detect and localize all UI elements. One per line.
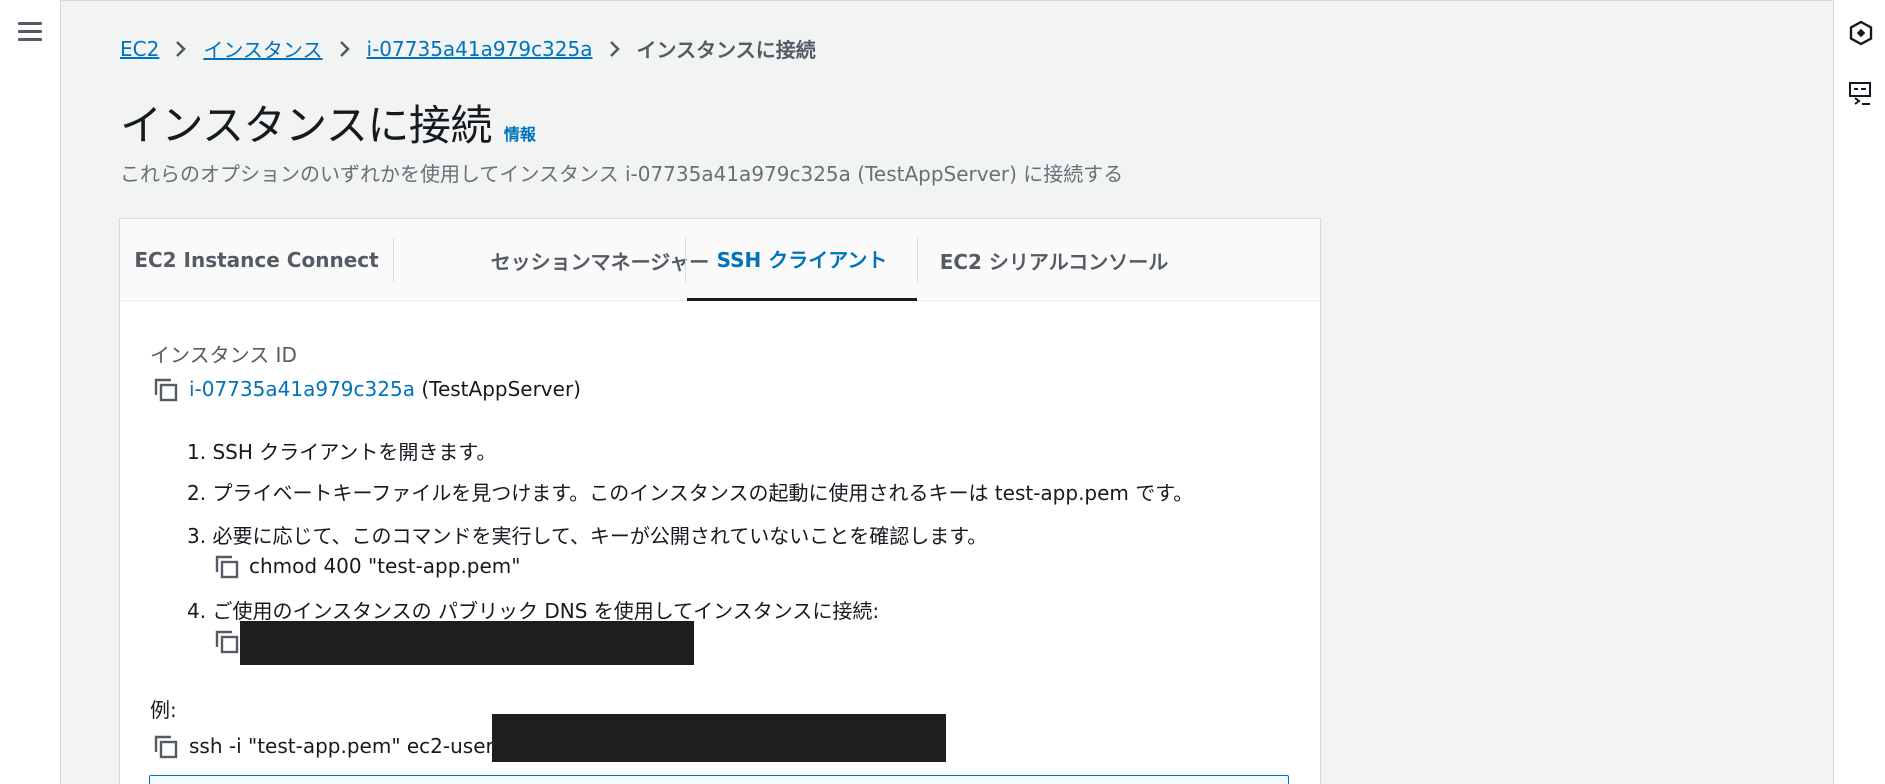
- tab-ec2-serial-console[interactable]: EC2 シリアルコンソール: [918, 219, 1190, 301]
- chevron-right-icon: [601, 39, 629, 59]
- hamburger-menu-icon[interactable]: [18, 22, 42, 42]
- chmod-command: chmod 400 "test-app.pem": [249, 554, 521, 578]
- example-label: 例:: [150, 698, 177, 722]
- instance-id-link[interactable]: i-07735a41a979c325a: [189, 377, 415, 401]
- step-1: 1. SSH クライアントを開きます。: [187, 440, 497, 464]
- chevron-right-icon: [331, 39, 359, 59]
- ssh-example-command: ssh -i "test-app.pem" ec2-user@: [189, 734, 514, 758]
- page-description: これらのオプションのいずれかを使用してインスタンス i-07735a41a979…: [120, 162, 1124, 186]
- breadcrumb-current: インスタンスに接続: [636, 38, 816, 62]
- page-header: インスタンスに接続 情報: [120, 92, 536, 153]
- tab-divider: [685, 238, 686, 282]
- cloudshell-hexagon-icon[interactable]: [1848, 20, 1874, 46]
- redacted-public-dns: [240, 621, 694, 665]
- tab-ec2-instance-connect[interactable]: EC2 Instance Connect: [120, 219, 393, 301]
- terminal-feedback-icon[interactable]: [1848, 80, 1874, 106]
- breadcrumb: EC2 インスタンス i-07735a41a979c325a インスタンスに接続: [120, 34, 816, 63]
- chevron-right-icon: [167, 39, 195, 59]
- left-navigation-rail: [0, 0, 61, 784]
- redacted-host: [492, 714, 946, 762]
- step-4: 4. ご使用のインスタンスの パブリック DNS を使用してインスタンスに接続:: [187, 599, 880, 623]
- copy-icon[interactable]: [153, 377, 179, 403]
- step-3: 3. 必要に応じて、このコマンドを実行して、キーが公開されていないことを確認しま…: [187, 524, 988, 548]
- step-2: 2. プライベートキーファイルを見つけます。このインスタンスの起動に使用されるキ…: [187, 481, 1194, 505]
- breadcrumb-instances[interactable]: インスタンス: [203, 34, 322, 63]
- tab-ssh-client[interactable]: SSH クライアント: [687, 219, 917, 301]
- instance-id-row: i-07735a41a979c325a (TestAppServer): [189, 377, 581, 401]
- copy-icon[interactable]: [153, 734, 179, 760]
- breadcrumb-ec2[interactable]: EC2: [120, 37, 159, 61]
- page-title: インスタンスに接続: [120, 101, 492, 150]
- copy-icon[interactable]: [214, 629, 240, 655]
- top-divider: [61, 0, 1833, 1]
- instance-id-label: インスタンス ID: [150, 343, 297, 367]
- breadcrumb-instance-id[interactable]: i-07735a41a979c325a: [367, 37, 593, 61]
- copy-icon[interactable]: [214, 554, 240, 580]
- right-tools-rail: [1833, 0, 1885, 784]
- instance-name: (TestAppServer): [421, 377, 581, 401]
- tab-bar: EC2 Instance Connect セッションマネージャー SSH クライ…: [120, 219, 1320, 301]
- info-link[interactable]: 情報: [504, 121, 536, 145]
- info-alert-box: [149, 775, 1289, 784]
